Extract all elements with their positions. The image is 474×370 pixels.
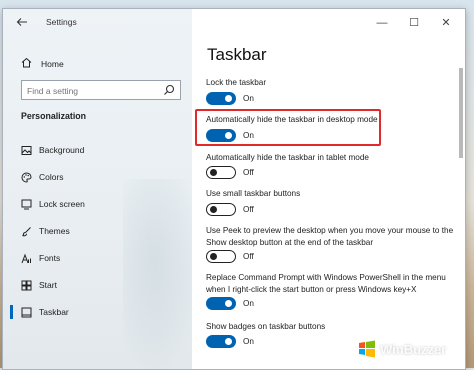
font-icon xyxy=(20,252,32,264)
setting-label-powershell: Replace Command Prompt with Windows Powe… xyxy=(206,273,446,294)
toggle-state: On xyxy=(243,299,254,308)
sidebar-item-label: Taskbar xyxy=(39,307,69,317)
sidebar-item-label: Lock screen xyxy=(39,199,85,209)
search-box[interactable] xyxy=(21,80,181,100)
toggle-peek[interactable] xyxy=(206,250,236,263)
home-icon xyxy=(21,57,33,71)
minimize-button[interactable]: — xyxy=(367,12,397,34)
setting-label-small-buttons: Use small taskbar buttons xyxy=(206,189,301,198)
brush-icon xyxy=(20,225,32,237)
start-icon xyxy=(20,279,32,291)
toggle-autohide-tablet[interactable] xyxy=(206,166,236,179)
sidebar-item-background[interactable]: Background xyxy=(3,139,192,161)
search-input[interactable] xyxy=(22,82,157,100)
toggle-powershell[interactable] xyxy=(206,297,236,310)
image-icon xyxy=(20,144,32,156)
toggle-state: Off xyxy=(243,252,254,261)
sidebar: Settings Home Personalization Background… xyxy=(3,9,203,369)
taskbar-icon xyxy=(20,306,32,318)
home-label: Home xyxy=(41,59,64,69)
windows-logo-icon xyxy=(359,340,375,358)
sidebar-item-colors[interactable]: Colors xyxy=(3,166,192,188)
back-button[interactable] xyxy=(13,14,31,32)
sidebar-item-lock-screen[interactable]: Lock screen xyxy=(3,193,192,215)
toggle-small-buttons[interactable] xyxy=(206,203,236,216)
back-arrow-icon xyxy=(16,18,27,26)
setting-label-badges: Show badges on taskbar buttons xyxy=(206,322,326,331)
page-title: Taskbar xyxy=(207,45,267,64)
toggle-state: On xyxy=(243,94,254,103)
sidebar-item-taskbar[interactable]: Taskbar xyxy=(3,301,192,323)
sidebar-item-label: Themes xyxy=(39,226,70,236)
setting-label-lock-taskbar: Lock the taskbar xyxy=(206,78,267,87)
section-title: Personalization xyxy=(21,111,87,121)
watermark-text: WinBuzzer xyxy=(380,341,447,357)
search-icon[interactable] xyxy=(163,84,175,96)
sidebar-item-fonts[interactable]: Fonts xyxy=(3,247,192,269)
sidebar-item-label: Background xyxy=(39,145,85,155)
watermark: WinBuzzer xyxy=(358,340,446,358)
sidebar-item-label: Colors xyxy=(39,172,64,182)
close-button[interactable]: ✕ xyxy=(431,12,461,34)
lock-screen-icon xyxy=(20,198,32,210)
sidebar-item-label: Fonts xyxy=(39,253,61,263)
highlight-box xyxy=(195,109,381,146)
palette-icon xyxy=(20,171,32,183)
sidebar-item-label: Start xyxy=(39,280,57,290)
sidebar-item-start[interactable]: Start xyxy=(3,274,192,296)
app-title: Settings xyxy=(46,17,77,27)
toggle-state: Off xyxy=(243,205,254,214)
scrollbar[interactable] xyxy=(459,68,463,158)
toggle-lock-taskbar[interactable] xyxy=(206,92,236,105)
settings-window: Settings Home Personalization Background… xyxy=(2,8,466,370)
toggle-badges[interactable] xyxy=(206,335,236,348)
toggle-state: On xyxy=(243,337,254,346)
home-nav-item[interactable]: Home xyxy=(21,55,64,73)
maximize-button[interactable]: ☐ xyxy=(399,12,429,34)
main-panel: — ☐ ✕ Taskbar Lock the taskbar On Automa… xyxy=(192,9,465,369)
setting-label-peek: Use Peek to preview the desktop when you… xyxy=(206,226,454,247)
setting-label-autohide-tablet: Automatically hide the taskbar in tablet… xyxy=(206,153,369,162)
toggle-state: Off xyxy=(243,168,254,177)
sidebar-item-themes[interactable]: Themes xyxy=(3,220,192,242)
